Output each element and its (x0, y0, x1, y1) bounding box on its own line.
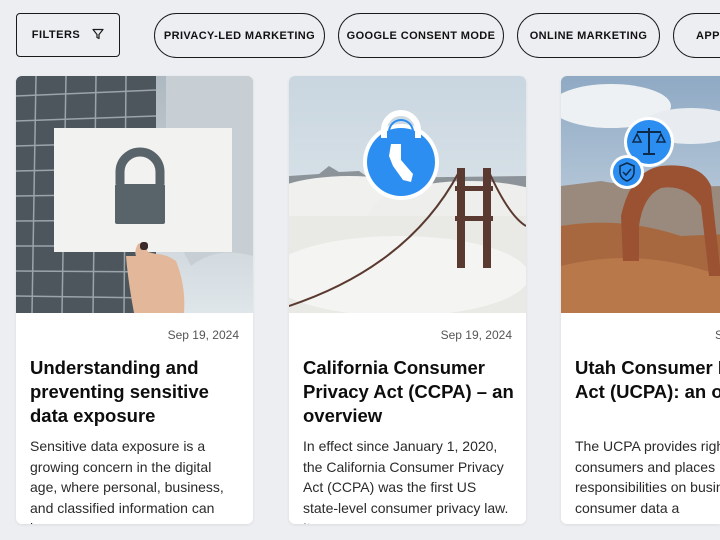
chip-label: PRIVACY-LED MARKETING (163, 29, 316, 42)
card-image-golden-gate (289, 76, 526, 313)
funnel-icon (92, 28, 104, 43)
card-excerpt: Sensitive data exposure is a growing con… (30, 438, 224, 524)
chip-apps[interactable]: APPS (673, 13, 720, 58)
chip-label: GOOGLE CONSENT MODE (346, 29, 496, 42)
chip-online-marketing[interactable]: ONLINE MARKETING (517, 13, 660, 58)
card-excerpt: In effect since January 1, 2020, the Cal… (303, 438, 509, 524)
card-title[interactable]: Utah Consumer Pri Act (UCPA): an ove (575, 356, 720, 404)
filter-bar: FILTERS PRIVACY-LED MARKETING GOOGLE CON… (0, 0, 720, 70)
card-image-delicate-arch (561, 76, 720, 313)
chip-privacy-led-marketing[interactable]: PRIVACY-LED MARKETING (154, 13, 325, 58)
chip-label: ONLINE MARKETING (529, 29, 648, 42)
card-image-padlock (16, 76, 253, 313)
shield-check-icon (610, 155, 644, 189)
filters-button[interactable]: FILTERS (16, 13, 120, 57)
card-date: Sep 19, 2024 (440, 328, 512, 342)
article-card[interactable]: S Utah Consumer Pri Act (UCPA): an ove T… (561, 76, 720, 524)
article-card[interactable]: Sep 19, 2024 Understanding and preventin… (16, 76, 253, 524)
card-excerpt: The UCPA provides righ consumers and pla… (575, 438, 720, 516)
card-date: S (715, 328, 720, 342)
article-card[interactable]: Sep 19, 2024 California Consumer Privacy… (289, 76, 526, 524)
card-date: Sep 19, 2024 (167, 328, 239, 342)
chip-google-consent-mode[interactable]: GOOGLE CONSENT MODE (338, 13, 504, 58)
card-title[interactable]: Understanding and preventing sensitive d… (30, 356, 242, 428)
filters-button-label: FILTERS (31, 29, 81, 41)
chip-label: APPS (696, 29, 720, 42)
card-title[interactable]: California Consumer Privacy Act (CCPA) –… (303, 356, 515, 428)
